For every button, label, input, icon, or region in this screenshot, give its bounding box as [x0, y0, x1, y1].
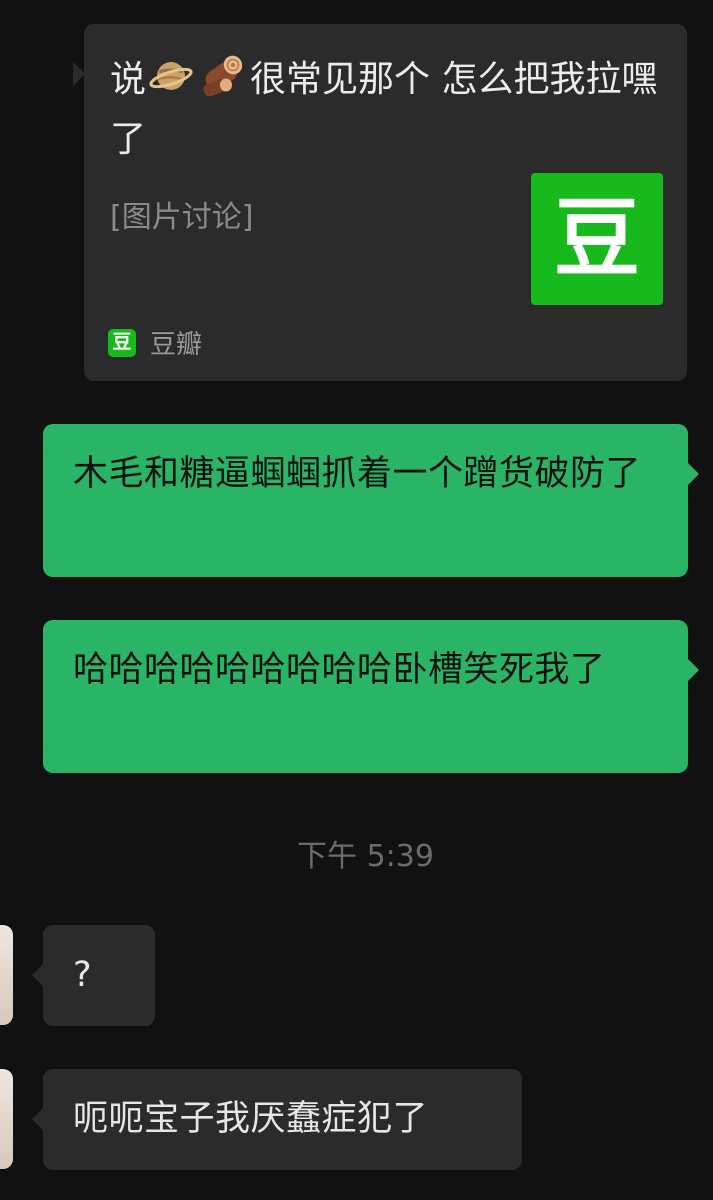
message-text: ? — [73, 955, 93, 995]
link-card-subtitle: [图片讨论] — [110, 200, 254, 235]
link-card-source: 豆 豆瓣 — [108, 324, 202, 361]
link-card-title-prefix: 说 — [110, 59, 147, 100]
bubble-tail — [687, 462, 699, 486]
chat-message-sent[interactable]: 木毛和糖逼蝈蝈抓着一个蹭货破防了 — [43, 424, 699, 577]
douban-thumbnail-glyph: 豆 — [554, 189, 640, 289]
bubble-tail — [73, 62, 97, 86]
avatar[interactable] — [0, 1069, 13, 1169]
chat-timestamp: 下午 5:39 — [297, 839, 434, 874]
link-card-title: 说 很常见那个 怎么把我拉嘿了 — [110, 50, 665, 170]
message-text: 木毛和糖逼蝈蝈抓着一个蹭货破防了 — [73, 454, 642, 494]
wood-log-icon — [203, 55, 243, 97]
douban-app-icon: 豆 — [108, 328, 136, 357]
bubble-tail — [687, 658, 699, 682]
link-card-source-name: 豆瓣 — [150, 330, 203, 360]
chat-message-received[interactable]: ? — [32, 925, 155, 1026]
message-text: 呃呃宝子我厌蠢症犯了 — [73, 1099, 429, 1139]
chat-message-received[interactable]: 呃呃宝子我厌蠢症犯了 — [32, 1069, 522, 1170]
douban-app-icon-glyph: 豆 — [112, 331, 132, 353]
douban-thumbnail: 豆 — [531, 173, 663, 305]
shared-link-card[interactable]: 说 很常见那个 怎么把我拉嘿了 [图片讨论] 豆 豆 豆瓣 — [73, 24, 687, 381]
avatar[interactable] — [0, 925, 13, 1025]
saturn-planet-icon — [149, 62, 193, 90]
chat-message-sent[interactable]: 哈哈哈哈哈哈哈哈哈卧槽笑死我了 — [43, 620, 699, 773]
bubble-tail — [32, 963, 44, 987]
bubble-tail — [32, 1107, 44, 1131]
message-text: 哈哈哈哈哈哈哈哈哈卧槽笑死我了 — [73, 650, 606, 690]
